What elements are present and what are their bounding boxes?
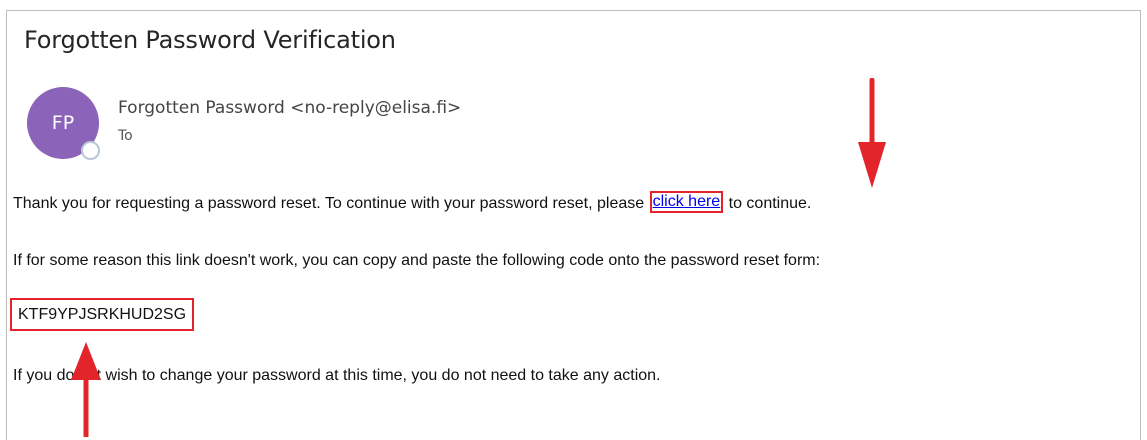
reset-code-box: KTF9YPJSRKHUD2SG <box>10 298 195 331</box>
body-line-reset-link: Thank you for requesting a password rese… <box>13 191 812 215</box>
sender-name[interactable]: Forgotten Password <no-reply@elisa.fi> <box>118 98 461 118</box>
link-highlight-box: click here <box>649 191 724 213</box>
email-subject: Forgotten Password Verification <box>24 26 396 54</box>
body-text-before-link: Thank you for requesting a password rese… <box>13 195 645 212</box>
presence-status-icon <box>81 141 100 160</box>
arrow-up-icon <box>71 342 101 437</box>
recipient-label: To <box>118 128 133 144</box>
body-line-no-action: If you do not wish to change your passwo… <box>13 367 661 384</box>
arrow-down-icon <box>858 78 886 188</box>
body-line-code-instructions: If for some reason this link doesn't wor… <box>13 252 821 269</box>
avatar-initials: FP <box>51 112 75 134</box>
body-text-after-link: to continue. <box>728 195 812 212</box>
reset-code[interactable]: KTF9YPJSRKHUD2SG <box>18 306 186 323</box>
reset-link[interactable]: click here <box>653 193 721 210</box>
